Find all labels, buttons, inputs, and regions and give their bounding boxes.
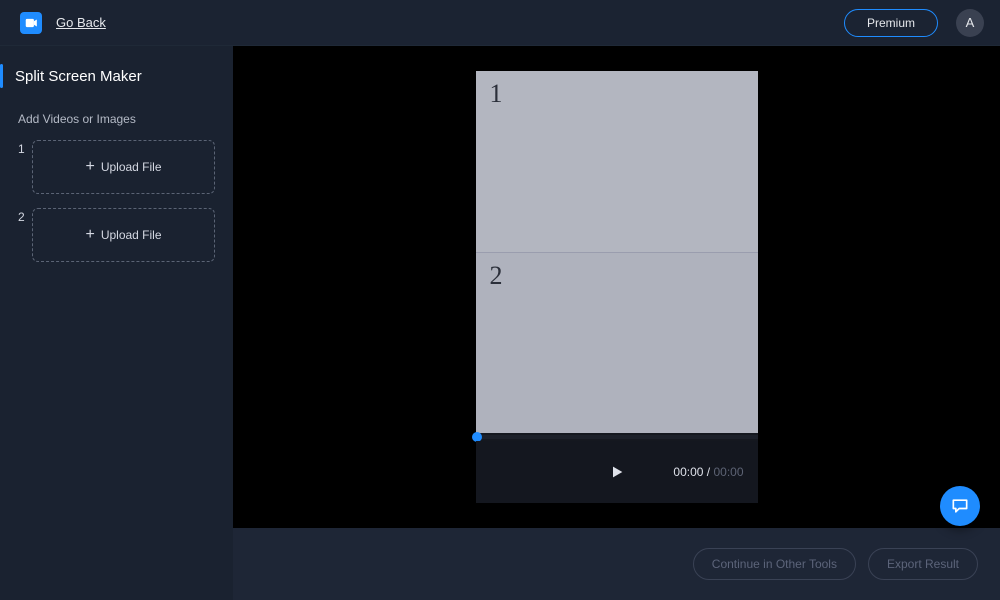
time-display: 00:00 / 00:00 bbox=[673, 465, 743, 479]
scrub-track bbox=[476, 435, 758, 439]
sidebar-subtitle: Add Videos or Images bbox=[18, 112, 215, 126]
help-chat-button[interactable] bbox=[940, 486, 980, 526]
app-root: Go Back Premium A Split Screen Maker Add… bbox=[0, 0, 1000, 600]
split-pane-1[interactable]: 1 bbox=[476, 71, 758, 253]
play-button[interactable] bbox=[609, 464, 625, 480]
app-logo-icon[interactable] bbox=[20, 12, 42, 34]
premium-button[interactable]: Premium bbox=[844, 9, 938, 37]
avatar[interactable]: A bbox=[956, 9, 984, 37]
export-result-button[interactable]: Export Result bbox=[868, 548, 978, 580]
body: Split Screen Maker Add Videos or Images … bbox=[0, 46, 1000, 600]
time-duration: 00:00 bbox=[713, 465, 743, 479]
upload-label: Upload File bbox=[101, 160, 162, 174]
sidebar: Split Screen Maker Add Videos or Images … bbox=[0, 46, 233, 600]
upload-file-button-1[interactable]: + Upload File bbox=[32, 140, 215, 194]
upload-label: Upload File bbox=[101, 228, 162, 242]
upload-file-button-2[interactable]: + Upload File bbox=[32, 208, 215, 262]
split-pane-2[interactable]: 2 bbox=[476, 253, 758, 434]
continue-other-tools-button[interactable]: Continue in Other Tools bbox=[693, 548, 856, 580]
go-back-link[interactable]: Go Back bbox=[56, 15, 106, 30]
upload-slot-2: 2 + Upload File bbox=[18, 208, 215, 262]
player-controls: 00:00 / 00:00 bbox=[476, 441, 758, 503]
accent-bar bbox=[0, 64, 3, 88]
slot-number: 2 bbox=[18, 208, 32, 224]
split-canvas: 1 2 bbox=[476, 71, 758, 433]
footer: Continue in Other Tools Export Result bbox=[233, 528, 1000, 600]
plus-icon: + bbox=[85, 227, 94, 243]
play-icon bbox=[609, 464, 625, 480]
pane-label: 2 bbox=[490, 261, 503, 291]
plus-icon: + bbox=[85, 159, 94, 175]
video-player: 1 2 00:00 bbox=[476, 71, 758, 503]
scrub-bar[interactable] bbox=[476, 433, 758, 441]
top-bar: Go Back Premium A bbox=[0, 0, 1000, 46]
upload-slot-1: 1 + Upload File bbox=[18, 140, 215, 194]
chat-icon bbox=[950, 496, 970, 516]
preview-area: 1 2 00:00 bbox=[233, 46, 1000, 528]
main-area: 1 2 00:00 bbox=[233, 46, 1000, 600]
sidebar-title-wrap: Split Screen Maker bbox=[0, 64, 215, 88]
slot-number: 1 bbox=[18, 140, 32, 156]
pane-label: 1 bbox=[490, 79, 503, 109]
time-current: 00:00 bbox=[673, 465, 703, 479]
time-separator: / bbox=[703, 465, 713, 479]
page-title: Split Screen Maker bbox=[15, 68, 142, 85]
